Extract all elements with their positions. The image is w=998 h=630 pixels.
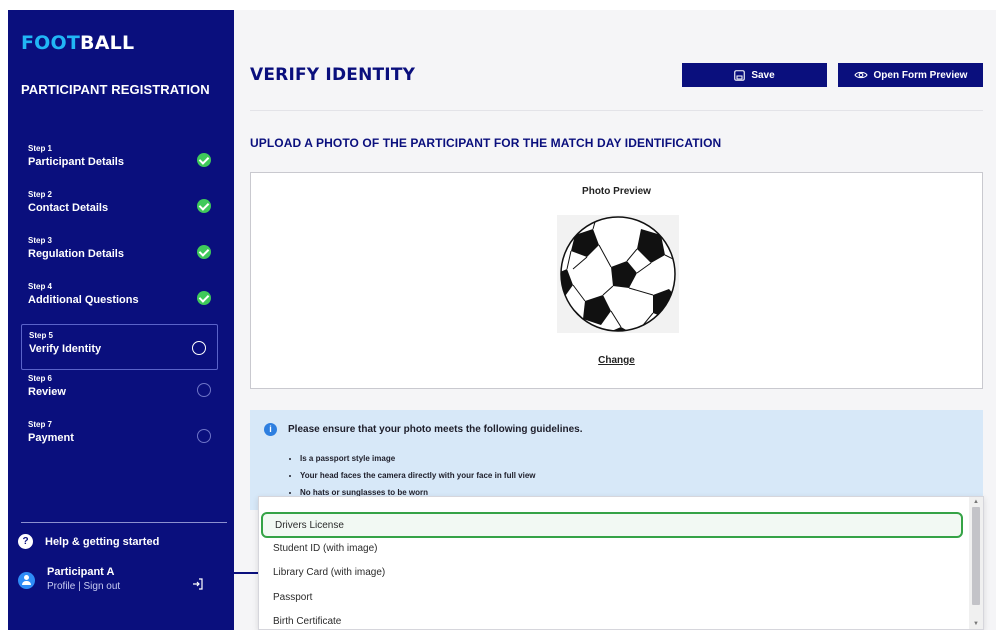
option-label: Drivers License xyxy=(275,520,344,531)
photo-preview-card: Photo Preview Change xyxy=(250,172,983,389)
dropdown-option-drivers-license[interactable]: Drivers License xyxy=(261,512,963,538)
step-label: Review xyxy=(28,386,66,398)
dropdown-option-birth-certificate[interactable]: Birth Certificate xyxy=(273,616,341,627)
soccer-ball-icon xyxy=(560,216,676,332)
user-name: Participant A xyxy=(47,566,115,578)
step-label: Regulation Details xyxy=(28,248,124,260)
save-icon xyxy=(734,69,746,81)
help-icon: ? xyxy=(18,534,33,549)
step-item-participant-details[interactable]: Step 1 Participant Details xyxy=(21,140,230,186)
logo-part-foot: FOOT xyxy=(21,32,81,54)
check-circle-icon xyxy=(197,245,211,259)
logo-part-ball: BALL xyxy=(80,32,135,54)
scrollbar-thumb[interactable] xyxy=(972,507,980,605)
eye-icon xyxy=(853,71,868,79)
guideline-item: Is a passport style image xyxy=(300,450,535,467)
guideline-item: Your head faces the camera directly with… xyxy=(300,467,535,484)
scroll-up-arrow-icon[interactable]: ▲ xyxy=(973,499,979,505)
step-label: Additional Questions xyxy=(28,294,139,306)
empty-circle-icon xyxy=(197,429,211,443)
dropdown-option-passport[interactable]: Passport xyxy=(273,592,312,603)
profile-signout-links[interactable]: Profile | Sign out xyxy=(47,581,120,592)
open-form-preview-button[interactable]: Open Form Preview xyxy=(838,63,983,87)
step-number: Step 2 xyxy=(28,190,53,199)
dropdown-option-library-card[interactable]: Library Card (with image) xyxy=(273,567,385,578)
preview-button-label: Open Form Preview xyxy=(873,69,968,81)
dropdown-option-student-id[interactable]: Student ID (with image) xyxy=(273,543,378,554)
id-type-dropdown-list: Drivers License Student ID (with image) … xyxy=(258,496,984,630)
step-item-review[interactable]: Step 6 Review xyxy=(21,370,230,416)
photo-preview-image xyxy=(557,215,679,333)
help-link[interactable]: ? Help & getting started xyxy=(18,534,159,549)
step-number: Step 3 xyxy=(28,236,53,245)
step-item-regulation-details[interactable]: Step 3 Regulation Details xyxy=(21,232,230,278)
photo-preview-label: Photo Preview xyxy=(582,186,651,197)
info-icon: i xyxy=(264,423,277,436)
save-button[interactable]: Save xyxy=(682,63,827,87)
brand-logo[interactable]: FOOTBALL xyxy=(21,32,134,54)
guidelines-heading: Please ensure that your photo meets the … xyxy=(288,424,583,435)
guidelines-list: Is a passport style image Your head face… xyxy=(300,450,535,501)
sign-out-icon[interactable] xyxy=(192,578,204,590)
scroll-down-arrow-icon[interactable]: ▼ xyxy=(973,621,979,627)
step-number: Step 1 xyxy=(28,144,53,153)
save-button-label: Save xyxy=(751,69,775,81)
avatar-icon xyxy=(18,572,35,589)
help-label: Help & getting started xyxy=(45,535,160,548)
step-item-verify-identity[interactable]: Step 5 Verify Identity xyxy=(21,324,218,370)
dropdown-scrollbar[interactable]: ▲ ▼ xyxy=(969,497,983,629)
user-profile: Participant A Profile | Sign out xyxy=(18,566,120,592)
step-item-additional-questions[interactable]: Step 4 Additional Questions xyxy=(21,278,230,324)
step-number: Step 6 xyxy=(28,374,53,383)
step-number: Step 4 xyxy=(28,282,53,291)
change-photo-link[interactable]: Change xyxy=(251,355,982,366)
section-heading: UPLOAD A PHOTO OF THE PARTICIPANT FOR TH… xyxy=(250,136,722,150)
step-number: Step 7 xyxy=(28,420,53,429)
check-circle-icon xyxy=(197,199,211,213)
check-circle-icon xyxy=(197,153,211,167)
step-item-payment[interactable]: Step 7 Payment xyxy=(21,416,230,462)
app-title: PARTICIPANT REGISTRATION xyxy=(21,82,210,97)
page-title: VERIFY IDENTITY xyxy=(250,65,416,85)
guidelines-box: i Please ensure that your photo meets th… xyxy=(250,410,983,510)
empty-circle-icon xyxy=(192,341,206,355)
step-list: Step 1 Participant Details Step 2 Contac… xyxy=(21,140,230,462)
title-divider xyxy=(250,110,983,111)
step-label: Contact Details xyxy=(28,202,109,214)
step-label: Verify Identity xyxy=(29,343,102,355)
step-item-contact-details[interactable]: Step 2 Contact Details xyxy=(21,186,230,232)
step-number: Step 5 xyxy=(29,331,54,340)
empty-circle-icon xyxy=(197,383,211,397)
check-circle-icon xyxy=(197,291,211,305)
sidebar-divider xyxy=(21,522,227,523)
step-label: Participant Details xyxy=(28,156,124,168)
step-label: Payment xyxy=(28,432,74,444)
